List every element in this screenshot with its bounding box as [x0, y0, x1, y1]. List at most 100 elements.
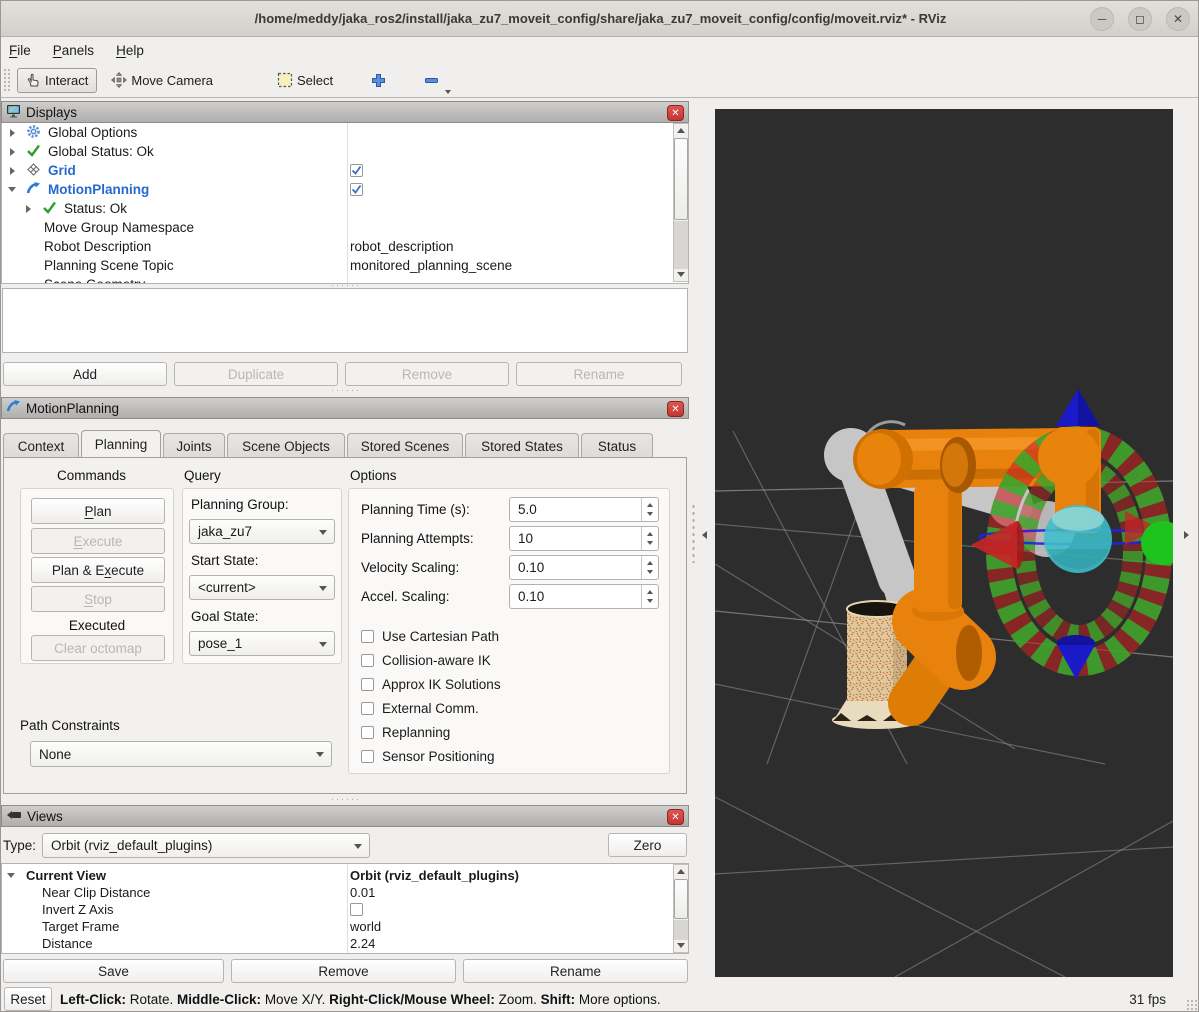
tree-row-move-group-namespace[interactable]: Move Group Namespace — [2, 218, 672, 237]
displays-panel-header[interactable]: Displays ✕ — [1, 101, 689, 123]
displays-scrollbar[interactable] — [673, 123, 689, 282]
add-tool-button[interactable] — [363, 69, 394, 92]
scroll-up-icon[interactable] — [674, 124, 688, 137]
plan-and-execute-button[interactable]: Plan & Execute — [31, 557, 165, 583]
remove-tool-button[interactable] — [416, 69, 447, 92]
external-comm-option[interactable]: External Comm. — [361, 701, 479, 716]
motionplanning-enabled-checkbox[interactable] — [350, 183, 363, 196]
view-row-current-view[interactable]: Current View Orbit (rviz_default_plugins… — [2, 867, 672, 884]
collapse-right-icon[interactable] — [1184, 531, 1189, 539]
view-type-select[interactable]: Orbit (rviz_default_plugins) — [42, 833, 370, 858]
tree-row-planning-scene-topic[interactable]: Planning Scene Topic monitored_planning_… — [2, 256, 672, 275]
execute-button[interactable]: Execute — [31, 528, 165, 554]
motionplanning-icon — [26, 181, 41, 199]
spinner-arrows-icon — [641, 498, 658, 521]
path-constraints-select[interactable]: None — [30, 741, 332, 767]
reset-button[interactable]: Reset — [4, 987, 52, 1011]
view-row-distance[interactable]: Distance 2.24 — [2, 935, 672, 952]
expander-icon[interactable] — [10, 148, 15, 156]
left-dock-splitter[interactable] — [689, 98, 715, 985]
plan-button[interactable]: Plan — [31, 498, 165, 524]
grid-enabled-checkbox[interactable] — [350, 164, 363, 177]
menu-panels[interactable]: Panels — [53, 43, 94, 58]
motionplanning-close-icon[interactable]: ✕ — [667, 401, 684, 417]
view-row-near-clip[interactable]: Near Clip Distance 0.01 — [2, 884, 672, 901]
invert-z-checkbox[interactable] — [350, 903, 363, 916]
motionplanning-panel-header[interactable]: MotionPlanning ✕ — [1, 397, 689, 419]
scroll-up-icon[interactable] — [674, 865, 688, 878]
tree-row-robot-description[interactable]: Robot Description robot_description — [2, 237, 672, 256]
use-cartesian-path-option[interactable]: Use Cartesian Path — [361, 629, 499, 644]
clear-octomap-button[interactable]: Clear octomap — [31, 635, 165, 661]
move-camera-tool-button[interactable]: Move Camera — [103, 68, 221, 92]
rename-display-button[interactable]: Rename — [516, 362, 682, 386]
views-scrollbar[interactable] — [673, 864, 689, 953]
add-display-button[interactable]: Add — [3, 362, 167, 386]
toolbar-grip[interactable] — [3, 68, 11, 92]
splitter-grip[interactable] — [691, 503, 697, 563]
views-buttons: Save Remove Rename — [3, 959, 688, 983]
stop-button[interactable]: Stop — [31, 586, 165, 612]
remove-view-button[interactable]: Remove — [231, 959, 456, 983]
scroll-down-icon[interactable] — [674, 939, 688, 952]
displays-close-icon[interactable]: ✕ — [667, 105, 684, 121]
tab-context[interactable]: Context — [3, 433, 79, 458]
splitter-handle[interactable]: ······ — [331, 798, 361, 802]
planning-group-select[interactable]: jaka_zu7 — [189, 519, 335, 544]
approx-ik-solutions-option[interactable]: Approx IK Solutions — [361, 677, 501, 692]
views-panel-title: Views — [27, 809, 63, 824]
velocity-scaling-input[interactable]: 0.10 — [509, 555, 659, 580]
minus-icon — [424, 73, 439, 88]
select-tool-button[interactable]: Select — [269, 68, 341, 92]
tab-stored-states[interactable]: Stored States — [465, 433, 579, 458]
collision-aware-ik-option[interactable]: Collision-aware IK — [361, 653, 491, 668]
tab-stored-scenes[interactable]: Stored Scenes — [347, 433, 463, 458]
use-cartesian-path-checkbox — [361, 630, 374, 643]
collapse-left-icon[interactable] — [702, 531, 707, 539]
executed-status-label: Executed — [21, 618, 173, 633]
replanning-option[interactable]: Replanning — [361, 725, 450, 740]
save-view-button[interactable]: Save — [3, 959, 224, 983]
tree-row-motionplanning[interactable]: MotionPlanning — [2, 180, 672, 199]
tab-status[interactable]: Status — [581, 433, 653, 458]
interact-tool-button[interactable]: Interact — [17, 68, 97, 93]
resize-grip[interactable] — [1186, 999, 1198, 1011]
planning-time-input[interactable]: 5.0 — [509, 497, 659, 522]
maximize-button[interactable]: ◻ — [1128, 7, 1152, 31]
view-row-target-frame[interactable]: Target Frame world — [2, 918, 672, 935]
menu-file[interactable]: File — [9, 43, 31, 58]
render-viewport-3d[interactable] — [715, 109, 1173, 977]
tab-scene-objects[interactable]: Scene Objects — [227, 433, 345, 458]
scroll-down-icon[interactable] — [674, 268, 688, 281]
expander-icon[interactable] — [10, 129, 15, 137]
sensor-positioning-option[interactable]: Sensor Positioning — [361, 749, 495, 764]
start-state-select[interactable]: <current> — [189, 575, 335, 600]
expander-icon[interactable] — [10, 167, 15, 175]
expander-icon[interactable] — [7, 873, 15, 878]
views-panel-header[interactable]: Views ✕ — [1, 805, 689, 827]
right-dock-splitter[interactable] — [1173, 98, 1199, 985]
close-button[interactable]: ✕ — [1166, 7, 1190, 31]
zero-button[interactable]: Zero — [608, 833, 687, 857]
remove-display-button[interactable]: Remove — [345, 362, 509, 386]
views-close-icon[interactable]: ✕ — [667, 809, 684, 825]
goal-state-select[interactable]: pose_1 — [189, 631, 335, 656]
expander-icon[interactable] — [8, 187, 16, 192]
tree-row-grid[interactable]: Grid — [2, 161, 672, 180]
planning-attempts-input[interactable]: 10 — [509, 526, 659, 551]
accel-scaling-input[interactable]: 0.10 — [509, 584, 659, 609]
tree-row-global-options[interactable]: Global Options — [2, 123, 672, 142]
view-row-invert-z[interactable]: Invert Z Axis — [2, 901, 672, 918]
duplicate-display-button[interactable]: Duplicate — [174, 362, 338, 386]
tree-row-global-status[interactable]: Global Status: Ok — [2, 142, 672, 161]
scrollbar-thumb[interactable] — [674, 138, 688, 220]
tree-row-status-ok[interactable]: Status: Ok — [2, 199, 672, 218]
splitter-handle[interactable]: ······ — [331, 389, 361, 393]
scrollbar-thumb[interactable] — [674, 879, 688, 919]
menu-help[interactable]: Help — [116, 43, 144, 58]
rename-view-button[interactable]: Rename — [463, 959, 688, 983]
minimize-button[interactable]: ─ — [1090, 7, 1114, 31]
tab-joints[interactable]: Joints — [163, 433, 225, 458]
expander-icon[interactable] — [26, 205, 31, 213]
tab-planning[interactable]: Planning — [81, 430, 161, 458]
